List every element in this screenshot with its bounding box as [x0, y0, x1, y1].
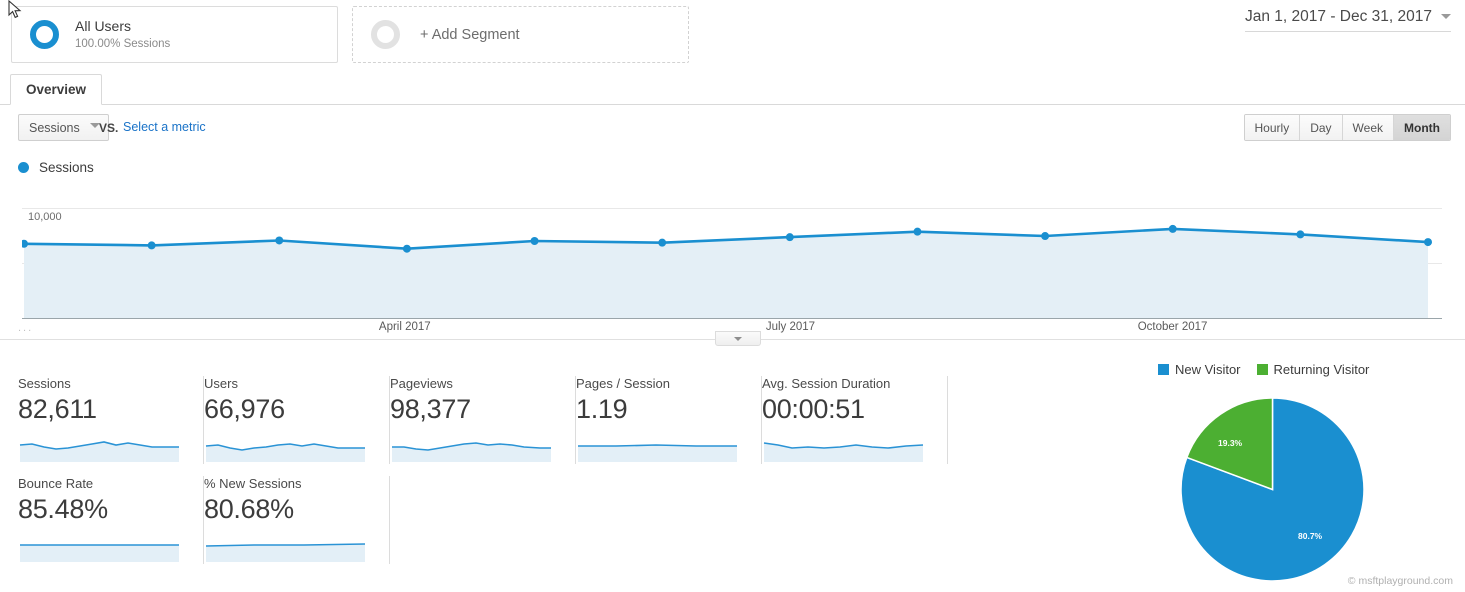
metric-card-pages-per-session[interactable]: Pages / Session 1.19: [576, 376, 762, 464]
pie-slice-label-new: 80.7%: [1298, 531, 1323, 541]
segment-all-users-title: All Users: [75, 17, 132, 34]
mouse-cursor: [8, 0, 22, 19]
date-range-text: Jan 1, 2017 - Dec 31, 2017: [1245, 8, 1432, 25]
add-segment-label: + Add Segment: [420, 26, 520, 43]
pie-slice-label-returning: 19.3%: [1218, 438, 1243, 448]
granularity-hourly-button[interactable]: Hourly: [1244, 115, 1301, 140]
segment-card-all-users[interactable]: All Users 100.00% Sessions: [11, 6, 338, 63]
chart-legend: Sessions: [18, 160, 94, 175]
metric-card-value: 66,976: [204, 394, 285, 424]
segment-bar: All Users 100.00% Sessions + Add Segment…: [0, 0, 1465, 70]
x-axis-label-october: October 2017: [1137, 321, 1208, 333]
legend-dot-sessions: [18, 162, 29, 173]
pie-legend-item-new-visitor[interactable]: New Visitor: [1158, 362, 1241, 377]
metric-card-sessions[interactable]: Sessions 82,611: [18, 376, 204, 464]
sparkline: [19, 441, 179, 462]
metric-card-row-1: Sessions 82,611 Users 66,976 Pageviews 9…: [18, 376, 948, 476]
sessions-line-plot: [22, 224, 1432, 318]
date-range-selector[interactable]: Jan 1, 2017 - Dec 31, 2017: [1245, 8, 1451, 32]
add-segment-button[interactable]: + Add Segment: [352, 6, 689, 63]
metric-card-value: 00:00:51: [762, 394, 865, 424]
metric-card-bounce-rate[interactable]: Bounce Rate 85.48%: [18, 476, 204, 564]
collapse-chart-button[interactable]: [715, 331, 761, 346]
x-axis-label-april: April 2017: [378, 321, 431, 333]
metric-select-value: Sessions: [29, 120, 80, 135]
metric-selector-row: Sessions VS. Select a metric Hourly Day …: [0, 112, 1465, 148]
chevron-down-icon: [734, 336, 742, 341]
segment-all-users-subtitle: 100.00% Sessions: [75, 38, 171, 51]
sparkline: [205, 543, 366, 562]
metric-select-sessions[interactable]: Sessions: [18, 114, 109, 141]
analytics-audience-overview-page: All Users 100.00% Sessions + Add Segment…: [0, 0, 1465, 592]
select-a-metric-link[interactable]: Select a metric: [123, 120, 206, 134]
metric-cards: Sessions 82,611 Users 66,976 Pageviews 9…: [18, 376, 948, 576]
legend-label-new-visitor: New Visitor: [1175, 362, 1241, 377]
granularity-button-group: Hourly Day Week Month: [1243, 114, 1451, 141]
donut-icon: [30, 20, 59, 49]
sparkline: [578, 444, 737, 462]
metric-card-row-2: Bounce Rate 85.48% % New Sessions 80.68%: [18, 476, 938, 576]
granularity-day-button[interactable]: Day: [1300, 115, 1343, 140]
x-axis-label-july: July 2017: [765, 321, 816, 333]
donut-outline-icon: [371, 20, 400, 49]
sparkline: [205, 443, 365, 462]
segment-all-users-text: All Users 100.00% Sessions: [75, 18, 170, 52]
metric-card-label: % New Sessions: [204, 476, 302, 491]
metric-card-avg-session-duration[interactable]: Avg. Session Duration 00:00:51: [762, 376, 948, 464]
metric-card-percent-new-sessions[interactable]: % New Sessions 80.68%: [204, 476, 390, 564]
metric-card-label: Pages / Session: [576, 376, 670, 391]
metric-card-users[interactable]: Users 66,976: [204, 376, 390, 464]
metric-card-label: Pageviews: [390, 376, 453, 391]
granularity-month-button[interactable]: Month: [1394, 115, 1450, 140]
watermark: © msftplayground.com: [1347, 575, 1453, 587]
sparkline: [20, 544, 179, 562]
metric-card-value: 85.48%: [18, 494, 108, 524]
metric-card-value: 1.19: [576, 394, 628, 424]
vs-label: VS.: [99, 121, 119, 135]
x-axis-ellipsis: ...: [18, 322, 34, 334]
metric-card-label: Bounce Rate: [18, 476, 94, 491]
legend-label-sessions: Sessions: [39, 160, 94, 175]
pie-legend-item-returning-visitor[interactable]: Returning Visitor: [1256, 362, 1370, 377]
legend-label-returning-visitor: Returning Visitor: [1273, 362, 1370, 377]
new-vs-returning-pie-chart[interactable]: 19.3% 80.7%: [1180, 397, 1365, 582]
sessions-line-chart[interactable]: 10,000 5,000: [22, 186, 1442, 318]
granularity-week-button[interactable]: Week: [1342, 115, 1395, 140]
chevron-down-icon: [1441, 14, 1451, 19]
metric-card-pageviews[interactable]: Pageviews 98,377: [390, 376, 576, 464]
metric-card-value: 98,377: [390, 394, 471, 424]
pie-plot: [1180, 397, 1365, 582]
legend-swatch-new-visitor: [1158, 364, 1169, 375]
metric-card-value: 80.68%: [204, 494, 294, 524]
chart-x-axis: [22, 318, 1442, 319]
tab-overview[interactable]: Overview: [10, 74, 103, 105]
sparkline: [763, 442, 924, 462]
pie-chart-legend: New Visitor Returning Visitor: [1158, 362, 1369, 377]
metric-card-label: Users: [204, 376, 238, 391]
sparkline: [392, 442, 551, 462]
metric-card-label: Avg. Session Duration: [762, 376, 891, 391]
metric-card-value: 82,611: [18, 394, 97, 424]
metric-card-label: Sessions: [18, 376, 71, 391]
tab-strip: Overview: [0, 74, 1465, 105]
legend-swatch-returning-visitor: [1256, 364, 1268, 375]
